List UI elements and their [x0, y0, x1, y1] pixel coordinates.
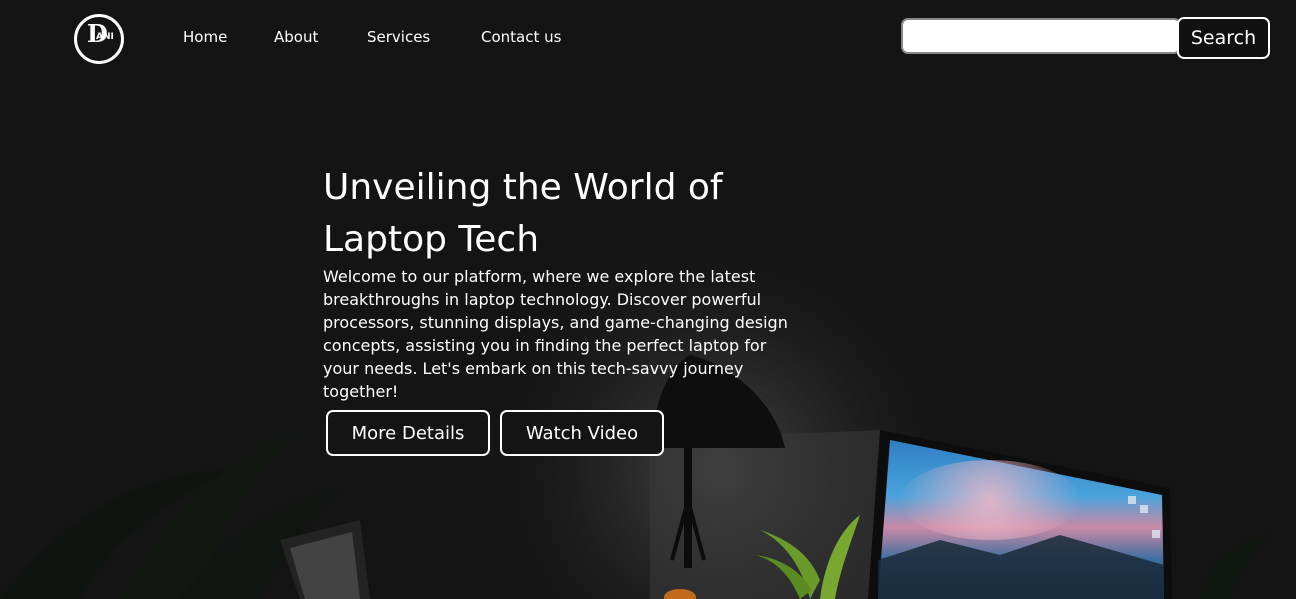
hero-title: Unveiling the World of Laptop Tech: [323, 167, 723, 260]
watch-video-button[interactable]: Watch Video: [500, 410, 664, 456]
nav-home-link[interactable]: Home: [183, 27, 227, 47]
logo[interactable]: D ANI: [74, 14, 124, 64]
search-input[interactable]: [901, 18, 1181, 54]
search-button[interactable]: Search: [1177, 17, 1270, 59]
nav-services-link[interactable]: Services: [367, 27, 430, 47]
more-details-button[interactable]: More Details: [326, 410, 490, 456]
nav-about-link[interactable]: About: [274, 27, 318, 47]
logo-suffix: ANI: [96, 32, 114, 42]
nav-contact-link[interactable]: Contact us: [481, 27, 561, 47]
hero-description: Welcome to our platform, where we explor…: [323, 267, 788, 401]
